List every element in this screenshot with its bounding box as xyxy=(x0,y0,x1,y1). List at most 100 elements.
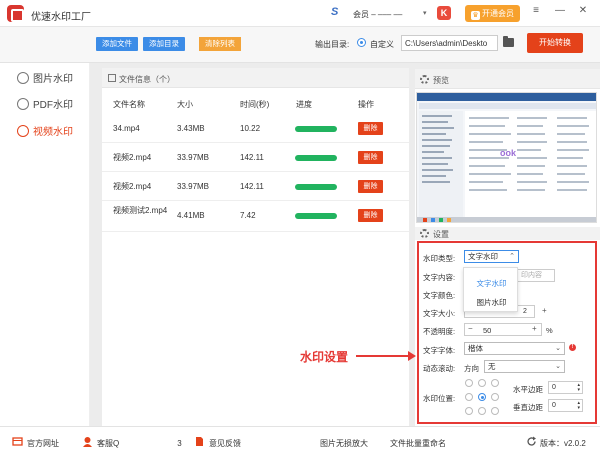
refresh-icon xyxy=(527,436,536,446)
app-title: 优速水印工厂 xyxy=(31,12,91,23)
output-dir-label: 输出目录: xyxy=(315,40,350,49)
start-convert-button[interactable]: 开始转换 xyxy=(527,33,583,53)
position-top-center-radio[interactable] xyxy=(478,379,486,387)
official-website-link[interactable]: 官方网址 xyxy=(27,438,59,449)
folder-icon[interactable] xyxy=(503,36,514,47)
text-size-value: 2 xyxy=(523,308,527,315)
feedback-icon xyxy=(196,437,203,446)
toolbar: 添加文件 添加目录 清除列表 输出目录: 自定义 开始转换 xyxy=(0,27,600,63)
opacity-minus-button[interactable]: − xyxy=(468,324,473,333)
crown-icon: ♛ xyxy=(471,11,480,20)
position-middle-right-radio[interactable] xyxy=(491,393,499,401)
close-icon[interactable]: ✕ xyxy=(576,5,590,16)
position-bottom-right-radio[interactable] xyxy=(491,407,499,415)
output-path-input[interactable] xyxy=(401,35,498,51)
opacity-label: 不透明度: xyxy=(423,327,456,336)
position-bottom-left-radio[interactable] xyxy=(465,407,473,415)
file-time: 142.11 xyxy=(240,153,264,162)
chevron-down-icon[interactable]: ▾ xyxy=(423,9,427,17)
preview-header: 预览 xyxy=(415,69,600,89)
text-font-select[interactable]: 楷体 ⌄ xyxy=(464,342,565,355)
annotation-arrow-icon xyxy=(356,351,416,361)
k-app-icon[interactable]: K xyxy=(437,6,451,20)
custom-radio-label[interactable]: 自定义 xyxy=(370,39,394,50)
column-header-time: 时间(秒) xyxy=(240,100,270,109)
customer-service-label: 客服Q xyxy=(97,439,120,448)
watermark-type-select[interactable]: 文字水印 ⌃ xyxy=(464,250,519,263)
scroll-direction-value: 无 xyxy=(488,362,496,371)
row-divider xyxy=(102,171,409,172)
row-divider xyxy=(102,142,409,143)
clear-list-button[interactable]: 清除列表 xyxy=(199,37,241,51)
text-content-placeholder: 印内容 xyxy=(521,272,542,279)
customer-service-icon xyxy=(83,437,92,447)
file-time: 7.42 xyxy=(240,211,256,220)
watermark-position-label: 水印位置: xyxy=(423,394,456,403)
progress-bar xyxy=(295,184,337,190)
file-size: 33.97MB xyxy=(177,182,210,191)
minimize-icon[interactable]: — xyxy=(553,5,567,16)
position-bottom-center-radio[interactable] xyxy=(478,407,486,415)
chevron-down-icon: ⌄ xyxy=(555,363,561,370)
gear-icon xyxy=(420,75,429,84)
progress-bar xyxy=(295,126,337,132)
position-top-left-radio[interactable] xyxy=(465,379,473,387)
dynamic-scroll-label: 动态滚动: xyxy=(423,364,456,373)
preview-title: 预览 xyxy=(433,76,449,85)
sidebar: 图片水印 PDF水印 视频水印 xyxy=(0,63,90,426)
brand-s-icon[interactable]: S xyxy=(331,6,338,18)
custom-radio[interactable] xyxy=(357,38,366,47)
spinner-icon[interactable]: ▴ ▾ xyxy=(577,383,580,393)
version-text: 版本：v2.0.2 xyxy=(540,439,586,448)
vertical-margin-value: 0 xyxy=(552,402,556,409)
add-directory-button[interactable]: 添加目录 xyxy=(143,37,185,51)
position-top-right-radio[interactable] xyxy=(491,379,499,387)
spinner-icon[interactable]: ▴ ▾ xyxy=(577,401,580,411)
horizontal-margin-value: 0 xyxy=(552,384,556,391)
sidebar-item-pdf-watermark[interactable]: PDF水印 xyxy=(17,96,73,111)
text-font-label: 文字字体: xyxy=(423,346,456,355)
scroll-direction-select[interactable]: 无 ⌄ xyxy=(484,360,565,373)
opacity-plus-button[interactable]: + xyxy=(532,324,537,333)
preview-image: ook xyxy=(416,92,597,223)
file-panel-header: 文件信息（个） xyxy=(102,68,409,88)
batch-rename-link[interactable]: 文件批量重命名 xyxy=(390,438,446,449)
image-enlarge-link[interactable]: 图片无损放大 xyxy=(320,438,368,449)
horizontal-margin-label: 水平边距 xyxy=(513,385,543,394)
sidebar-item-video-watermark[interactable]: 视频水印 xyxy=(17,123,73,138)
opacity-stepper[interactable] xyxy=(464,323,542,336)
horizontal-margin-input[interactable]: 0 ▴ ▾ xyxy=(548,381,583,394)
member-text[interactable]: 会员 – ––– –– xyxy=(353,9,402,20)
opacity-unit: % xyxy=(546,326,553,335)
menu-icon[interactable]: ≡ xyxy=(529,5,543,16)
vertical-margin-input[interactable]: 0 ▴ ▾ xyxy=(548,399,583,412)
sidebar-item-image-watermark[interactable]: 图片水印 xyxy=(17,70,73,85)
customer-service-tail: 3 xyxy=(177,439,182,448)
customer-service-link[interactable]: 客服Q 3 xyxy=(97,438,182,449)
text-size-plus-button[interactable]: + xyxy=(542,306,547,315)
delete-button[interactable]: 删除 xyxy=(358,180,383,193)
video-icon xyxy=(17,125,29,137)
position-middle-left-radio[interactable] xyxy=(465,393,473,401)
preview-panel: 预览 ook xyxy=(415,69,600,227)
feedback-link[interactable]: 意见反馈 xyxy=(209,438,241,449)
dropdown-option-text-watermark[interactable]: 文字水印 xyxy=(464,278,519,289)
add-file-button[interactable]: 添加文件 xyxy=(96,37,138,51)
sidebar-item-label: PDF水印 xyxy=(33,100,73,111)
column-header-name: 文件名称 xyxy=(113,100,145,109)
file-name: 视频2.mp4 xyxy=(113,153,152,162)
delete-button[interactable]: 删除 xyxy=(358,122,383,135)
vertical-margin-label: 垂直边距 xyxy=(513,403,543,412)
settings-header: 设置 xyxy=(415,227,600,240)
watermark-type-dropdown: 文字水印 图片水印 xyxy=(463,267,518,312)
dropdown-option-image-watermark[interactable]: 图片水印 xyxy=(464,297,519,308)
chevron-down-icon: ⌄ xyxy=(555,345,561,352)
delete-button[interactable]: 删除 xyxy=(358,209,383,222)
file-name: 34.mp4 xyxy=(113,124,140,133)
vip-button[interactable]: ♛ 开通会员 xyxy=(465,5,520,22)
delete-button[interactable]: 删除 xyxy=(358,151,383,164)
title-bar: 优速水印工厂 S 会员 – ––– –– ▾ K ♛ 开通会员 ≡ — ✕ xyxy=(0,0,600,27)
position-center-radio[interactable] xyxy=(478,393,486,401)
opacity-value: 50 xyxy=(483,326,492,335)
file-size: 33.97MB xyxy=(177,153,210,162)
